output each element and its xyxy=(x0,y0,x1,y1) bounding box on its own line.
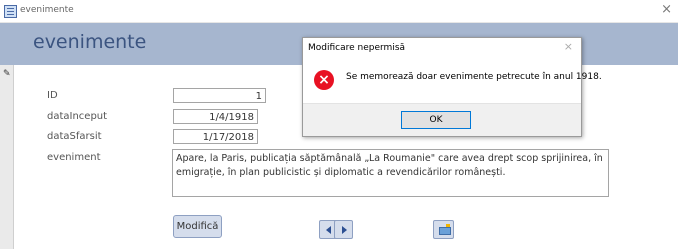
data-inceput-label: dataInceput xyxy=(47,111,108,122)
dialog-close-icon[interactable]: × xyxy=(564,40,573,53)
form-title: evenimente xyxy=(33,31,147,53)
window-titlebar: evenimente × xyxy=(0,0,678,23)
dialog-footer: OK xyxy=(303,103,581,136)
data-sfarsit-label: dataSfarsit xyxy=(47,131,102,142)
error-icon: × xyxy=(314,70,334,90)
dialog-message: Se memorează doar evenimente petrecute î… xyxy=(346,72,602,82)
id-label: ID xyxy=(47,90,58,101)
image-icon xyxy=(439,224,451,235)
next-record-button[interactable] xyxy=(334,220,353,239)
pencil-icon: ✎ xyxy=(3,69,11,79)
id-field[interactable]: 1 xyxy=(173,88,266,103)
data-inceput-field[interactable]: 1/4/1918 xyxy=(173,109,258,124)
modifica-button[interactable]: Modifică xyxy=(173,215,222,238)
arrow-left-icon xyxy=(326,226,331,234)
eveniment-label: eveniment xyxy=(47,152,101,163)
window-close-icon[interactable]: × xyxy=(661,2,672,18)
ok-button[interactable]: OK xyxy=(401,111,471,129)
arrow-right-icon xyxy=(342,226,347,234)
dialog-title: Modificare nepermisă xyxy=(308,43,406,53)
window-title: evenimente xyxy=(20,5,74,15)
form-icon xyxy=(4,5,17,18)
eveniment-field[interactable]: Apare, la Paris, publicația săptămânală … xyxy=(172,149,609,197)
data-sfarsit-field[interactable]: 1/17/2018 xyxy=(173,129,258,144)
error-dialog: Modificare nepermisă × × Se memorează do… xyxy=(302,37,602,137)
image-button[interactable] xyxy=(433,220,454,239)
record-selector[interactable] xyxy=(0,65,14,249)
